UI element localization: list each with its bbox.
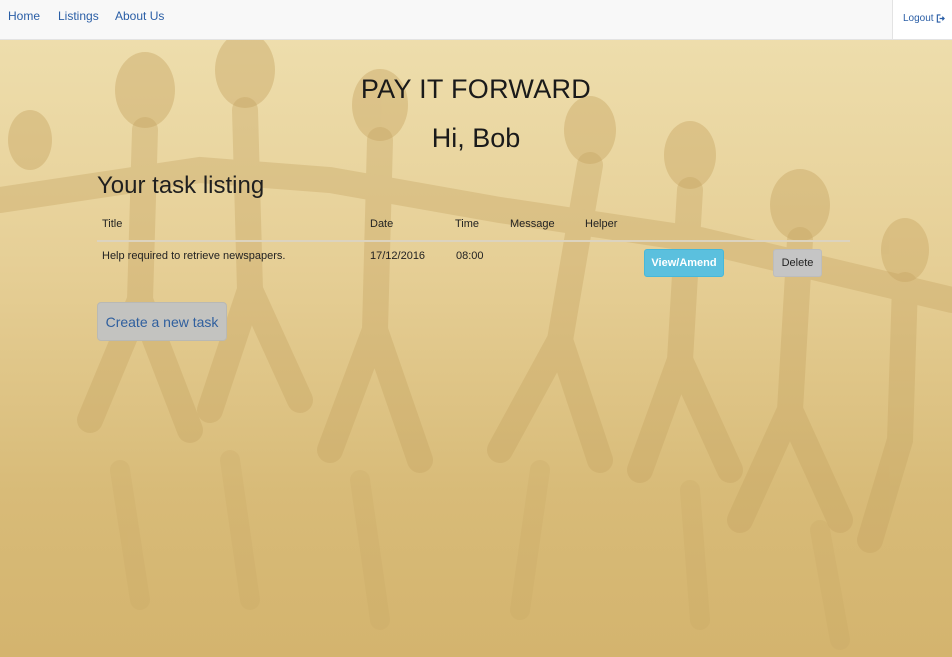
logout-container: Logout bbox=[892, 0, 952, 40]
site-title: PAY IT FORWARD bbox=[360, 74, 592, 104]
logout-icon bbox=[936, 14, 945, 23]
task-listing-heading: Your task listing bbox=[97, 172, 265, 199]
logout-link[interactable]: Logout bbox=[903, 13, 945, 24]
column-header-message: Message bbox=[510, 218, 555, 230]
create-new-task-button[interactable]: Create a new task bbox=[97, 302, 227, 341]
column-header-title: Title bbox=[102, 218, 123, 230]
column-header-helper: Helper bbox=[585, 218, 618, 230]
column-header-date: Date bbox=[370, 218, 394, 230]
task-date-cell: 17/12/2016 bbox=[370, 250, 426, 262]
task-time-cell: 08:00 bbox=[456, 250, 484, 262]
top-navbar: Home Listings About Us Logout bbox=[0, 0, 952, 40]
task-title-cell: Help required to retrieve newspapers. bbox=[102, 250, 286, 262]
table-header-divider bbox=[97, 240, 850, 242]
view-amend-button[interactable]: View/Amend bbox=[644, 249, 724, 277]
delete-button[interactable]: Delete bbox=[773, 249, 822, 277]
column-header-time: Time bbox=[455, 218, 480, 230]
logout-label: Logout bbox=[903, 13, 934, 24]
main-content: PAY IT FORWARD Hi, Bob Your task listing… bbox=[0, 40, 952, 657]
nav-listings-link[interactable]: Listings bbox=[58, 9, 99, 23]
nav-home-link[interactable]: Home bbox=[8, 9, 40, 23]
nav-about-us-link[interactable]: About Us bbox=[115, 9, 164, 23]
user-greeting: Hi, Bob bbox=[431, 123, 521, 153]
